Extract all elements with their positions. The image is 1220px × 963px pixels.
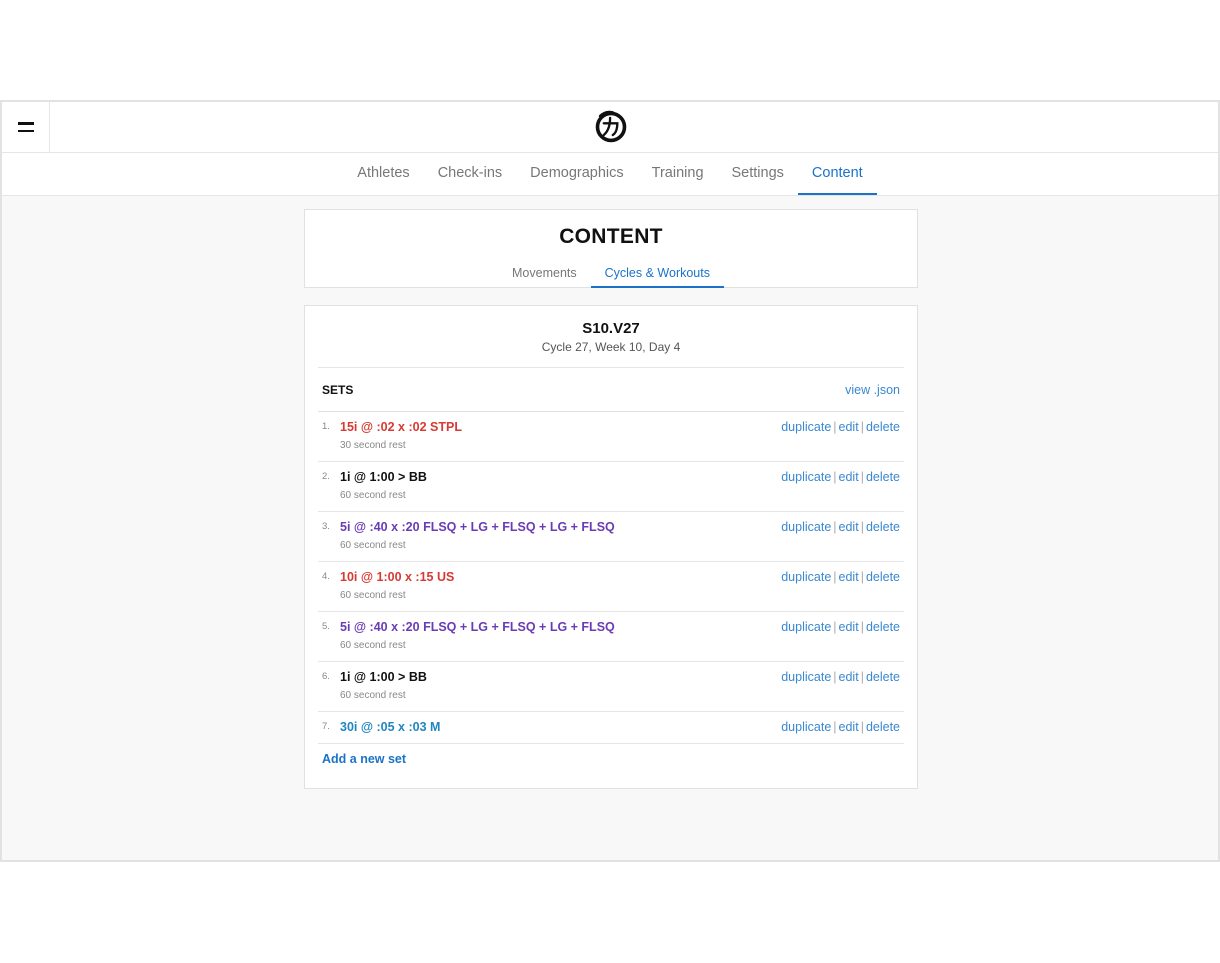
sets-label: SETS <box>322 382 354 397</box>
nav-tab-content[interactable]: Content <box>797 153 877 195</box>
duplicate-link[interactable]: duplicate <box>781 420 831 434</box>
set-number: 2. <box>322 471 330 482</box>
edit-link[interactable]: edit <box>839 670 859 684</box>
duplicate-link[interactable]: duplicate <box>781 570 831 584</box>
set-actions: duplicate | edit | delete <box>781 420 900 434</box>
workout-subtitle: Cycle 27, Week 10, Day 4 <box>541 340 681 354</box>
set-rest: 60 second rest <box>340 640 406 651</box>
set-actions: duplicate | edit | delete <box>781 570 900 584</box>
page-title: CONTENT <box>559 225 663 248</box>
edit-link[interactable]: edit <box>839 420 859 434</box>
separator: | <box>833 620 837 634</box>
separator: | <box>860 620 864 634</box>
subtab-cycles-workouts[interactable]: Cycles & Workouts <box>590 260 724 288</box>
set-number: 3. <box>322 521 330 532</box>
set-row: 7. 30i @ :05 x :03 Mduplicate | edit | delete <box>318 712 904 744</box>
workout-title: S10.V27 <box>582 320 640 337</box>
add-set-link[interactable]: Add a new set <box>322 752 406 766</box>
set-rest: 60 second rest <box>340 540 406 551</box>
edit-link[interactable]: edit <box>839 470 859 484</box>
set-row: 2. 1i @ 1:00 > BB 60 second rest duplicate |… <box>318 462 904 512</box>
separator: | <box>860 420 864 434</box>
separator: | <box>833 420 837 434</box>
set-row: 1. 15i @ :02 x :02 STPL 30 second rest dupl… <box>318 412 904 462</box>
subtab-movements[interactable]: Movements <box>498 260 591 288</box>
duplicate-link[interactable]: duplicate <box>781 720 831 734</box>
delete-link[interactable]: delete <box>866 720 900 734</box>
edit-link[interactable]: edit <box>839 520 859 534</box>
separator: | <box>833 670 837 684</box>
separator: | <box>833 570 837 584</box>
set-actions: duplicate | edit | delete <box>781 520 900 534</box>
set-actions: duplicate | edit | delete <box>781 670 900 684</box>
set-list: 1. 15i @ :02 x :02 STPL 30 second rest dupl… <box>318 412 904 744</box>
set-row: 3. 5i @ :40 x :20 FLSQ + LG + FLSQ + LG +… <box>318 512 904 562</box>
edit-link[interactable]: edit <box>839 720 859 734</box>
set-rest: 60 second rest <box>340 590 406 601</box>
edit-link[interactable]: edit <box>839 570 859 584</box>
hamburger-menu-icon[interactable] <box>2 102 50 152</box>
delete-link[interactable]: delete <box>866 620 900 634</box>
nav-tab-settings[interactable]: Settings <box>718 153 798 195</box>
separator: | <box>860 520 864 534</box>
duplicate-link[interactable]: duplicate <box>781 620 831 634</box>
top-bar <box>2 102 1218 153</box>
main-nav: Athletes Check-ins Demographics Training… <box>2 153 1218 196</box>
sets-header: SETS view .json <box>318 368 904 412</box>
delete-link[interactable]: delete <box>866 670 900 684</box>
duplicate-link[interactable]: duplicate <box>781 670 831 684</box>
app-frame: Athletes Check-ins Demographics Training… <box>0 100 1220 862</box>
content-subtabs: Movements Cycles & Workouts <box>305 260 917 288</box>
view-json-link[interactable]: view .json <box>845 383 900 397</box>
delete-link[interactable]: delete <box>866 420 900 434</box>
set-rest: 60 second rest <box>340 690 406 701</box>
nav-tab-training[interactable]: Training <box>638 153 718 195</box>
edit-link[interactable]: edit <box>839 620 859 634</box>
content-header-card: CONTENT Movements Cycles & Workouts <box>304 209 918 288</box>
duplicate-link[interactable]: duplicate <box>781 520 831 534</box>
brand-logo <box>595 110 627 143</box>
set-row: 6. 1i @ 1:00 > BB 60 second rest duplicate |… <box>318 662 904 712</box>
set-number: 1. <box>322 421 330 432</box>
set-number: 5. <box>322 621 330 632</box>
separator: | <box>860 470 864 484</box>
nav-tab-demographics[interactable]: Demographics <box>516 153 638 195</box>
set-actions: duplicate | edit | delete <box>781 720 900 734</box>
separator: | <box>860 570 864 584</box>
set-rest: 60 second rest <box>340 490 406 501</box>
workout-header: S10.V27 Cycle 27, Week 10, Day 4 <box>318 306 904 368</box>
separator: | <box>860 720 864 734</box>
set-number: 4. <box>322 571 330 582</box>
set-number: 7. <box>322 721 330 732</box>
set-rest: 30 second rest <box>340 440 406 451</box>
set-actions: duplicate | edit | delete <box>781 620 900 634</box>
separator: | <box>860 670 864 684</box>
separator: | <box>833 520 837 534</box>
set-actions: duplicate | edit | delete <box>781 470 900 484</box>
separator: | <box>833 720 837 734</box>
nav-tab-check-ins[interactable]: Check-ins <box>424 153 516 195</box>
nav-tab-athletes[interactable]: Athletes <box>343 153 423 195</box>
duplicate-link[interactable]: duplicate <box>781 470 831 484</box>
delete-link[interactable]: delete <box>866 520 900 534</box>
set-row: 5. 5i @ :40 x :20 FLSQ + LG + FLSQ + LG +… <box>318 612 904 662</box>
delete-link[interactable]: delete <box>866 570 900 584</box>
set-number: 6. <box>322 671 330 682</box>
separator: | <box>833 470 837 484</box>
delete-link[interactable]: delete <box>866 470 900 484</box>
set-row: 4. 10i @ 1:00 x :15 US 60 second rest dupli… <box>318 562 904 612</box>
workout-card: S10.V27 Cycle 27, Week 10, Day 4 SETS vi… <box>304 305 918 789</box>
